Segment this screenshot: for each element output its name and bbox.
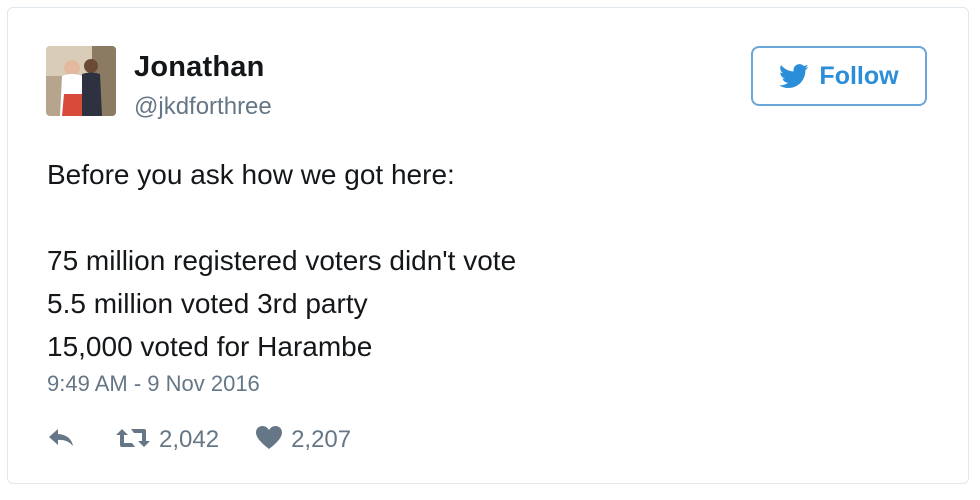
reply-icon	[47, 427, 75, 454]
follow-button-label: Follow	[819, 61, 899, 90]
user-handle[interactable]: @jkdforthree	[134, 93, 272, 121]
tweet-line: Before you ask how we got here:	[47, 159, 455, 190]
retweet-button[interactable]: 2,042	[115, 426, 219, 455]
reply-button[interactable]	[47, 427, 75, 454]
like-count: 2,207	[291, 426, 352, 453]
retweet-count: 2,042	[159, 426, 220, 453]
like-button[interactable]: 2,207	[255, 425, 351, 455]
retweet-icon	[115, 426, 151, 455]
follow-button[interactable]: Follow	[751, 46, 927, 106]
avatar[interactable]	[46, 46, 116, 116]
tweet-line: 75 million registered voters didn't vote	[47, 245, 517, 276]
tweet-card: Jonathan @jkdforthree Follow Before you …	[7, 7, 969, 484]
tweet-timestamp[interactable]: 9:49 AM - 9 Nov 2016	[47, 371, 260, 397]
tweet-text: Before you ask how we got here: 75 milli…	[47, 153, 927, 368]
tweet-line: 15,000 voted for Harambe	[47, 331, 373, 362]
user-name[interactable]: Jonathan	[134, 51, 265, 84]
heart-icon	[255, 425, 283, 455]
tweet-actions: 2,042 2,207	[47, 425, 351, 455]
twitter-bird-icon	[779, 63, 809, 89]
tweet-line: 5.5 million voted 3rd party	[47, 288, 368, 319]
